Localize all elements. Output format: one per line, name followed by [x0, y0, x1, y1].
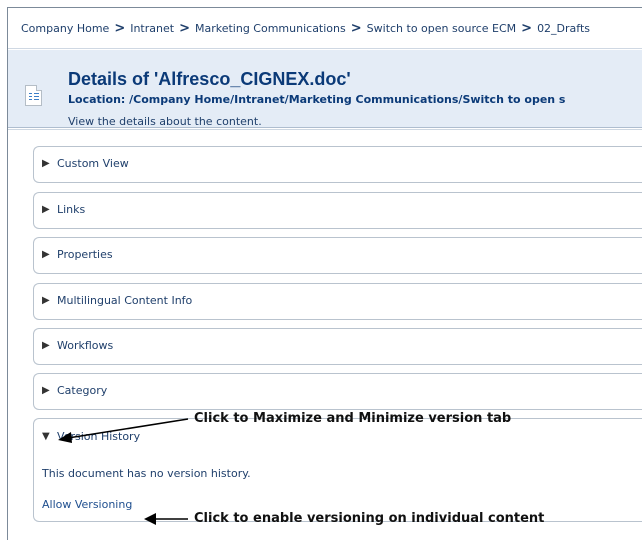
expand-triangle-icon[interactable]: ▶: [42, 204, 57, 215]
breadcrumb-separator: >: [350, 20, 362, 36]
expand-triangle-icon[interactable]: ▶: [42, 158, 57, 169]
no-version-history-message: This document has no version history.: [42, 467, 251, 480]
breadcrumb-separator: >: [521, 20, 533, 36]
location-path: Location: /Company Home/Intranet/Marketi…: [68, 93, 566, 106]
panel-label: Properties: [57, 248, 113, 261]
panel-version-history: ▼ Version History This document has no v…: [33, 418, 642, 522]
panel-label: Custom View: [57, 157, 129, 170]
panel-label: Category: [57, 384, 108, 397]
details-header: Details of 'Alfresco_CIGNEX.doc' Locatio…: [8, 50, 642, 128]
expand-triangle-icon[interactable]: ▶: [42, 340, 57, 351]
panel-category: ▶ Category: [33, 373, 642, 410]
expand-triangle-icon[interactable]: ▶: [42, 385, 57, 396]
panel-label: Multilingual Content Info: [57, 294, 193, 307]
panel-multilingual-content-info: ▶ Multilingual Content Info: [33, 283, 642, 320]
panel-label: Links: [57, 203, 86, 216]
collapse-triangle-icon[interactable]: ▼: [42, 431, 57, 442]
breadcrumb-separator: >: [179, 20, 190, 36]
breadcrumb-marketing-communications[interactable]: Marketing Communications: [195, 22, 346, 35]
details-content: ▶ Custom View ▶ Links ▶ Properties ▶ Mul…: [8, 129, 642, 540]
panel-header-multilingual-content-info[interactable]: ▶ Multilingual Content Info: [34, 284, 642, 317]
document-icon: [25, 85, 42, 106]
breadcrumb-company-home[interactable]: Company Home: [21, 22, 109, 35]
panel-custom-view: ▶ Custom View: [33, 146, 642, 183]
expand-triangle-icon[interactable]: ▶: [42, 295, 57, 306]
page-subtitle: View the details about the content.: [68, 115, 262, 128]
panel-header-links[interactable]: ▶ Links: [34, 193, 642, 226]
panel-label: Workflows: [57, 339, 114, 352]
panel-links: ▶ Links: [33, 192, 642, 229]
page-title: Details of 'Alfresco_CIGNEX.doc': [68, 69, 351, 89]
details-window: Company Home > Intranet > Marketing Comm…: [7, 7, 642, 540]
annotation-toggle-version-tab: Click to Maximize and Minimize version t…: [194, 411, 512, 426]
panel-header-workflows[interactable]: ▶ Workflows: [34, 329, 642, 362]
breadcrumb-switch-to-open-source-ecm[interactable]: Switch to open source ECM: [367, 22, 517, 35]
panel-workflows: ▶ Workflows: [33, 328, 642, 365]
panel-header-category[interactable]: ▶ Category: [34, 374, 642, 407]
expand-triangle-icon[interactable]: ▶: [42, 249, 57, 260]
panel-header-custom-view[interactable]: ▶ Custom View: [34, 147, 642, 180]
breadcrumb-intranet[interactable]: Intranet: [130, 22, 174, 35]
breadcrumb-02-drafts[interactable]: 02_Drafts: [537, 22, 590, 35]
breadcrumb-separator: >: [114, 20, 126, 36]
panel-properties: ▶ Properties: [33, 237, 642, 274]
annotation-enable-versioning: Click to enable versioning on individual…: [194, 511, 545, 526]
breadcrumb: Company Home > Intranet > Marketing Comm…: [8, 8, 642, 49]
panel-header-properties[interactable]: ▶ Properties: [34, 238, 642, 271]
panel-label: Version History: [57, 429, 141, 443]
allow-versioning-link[interactable]: Allow Versioning: [42, 498, 132, 511]
